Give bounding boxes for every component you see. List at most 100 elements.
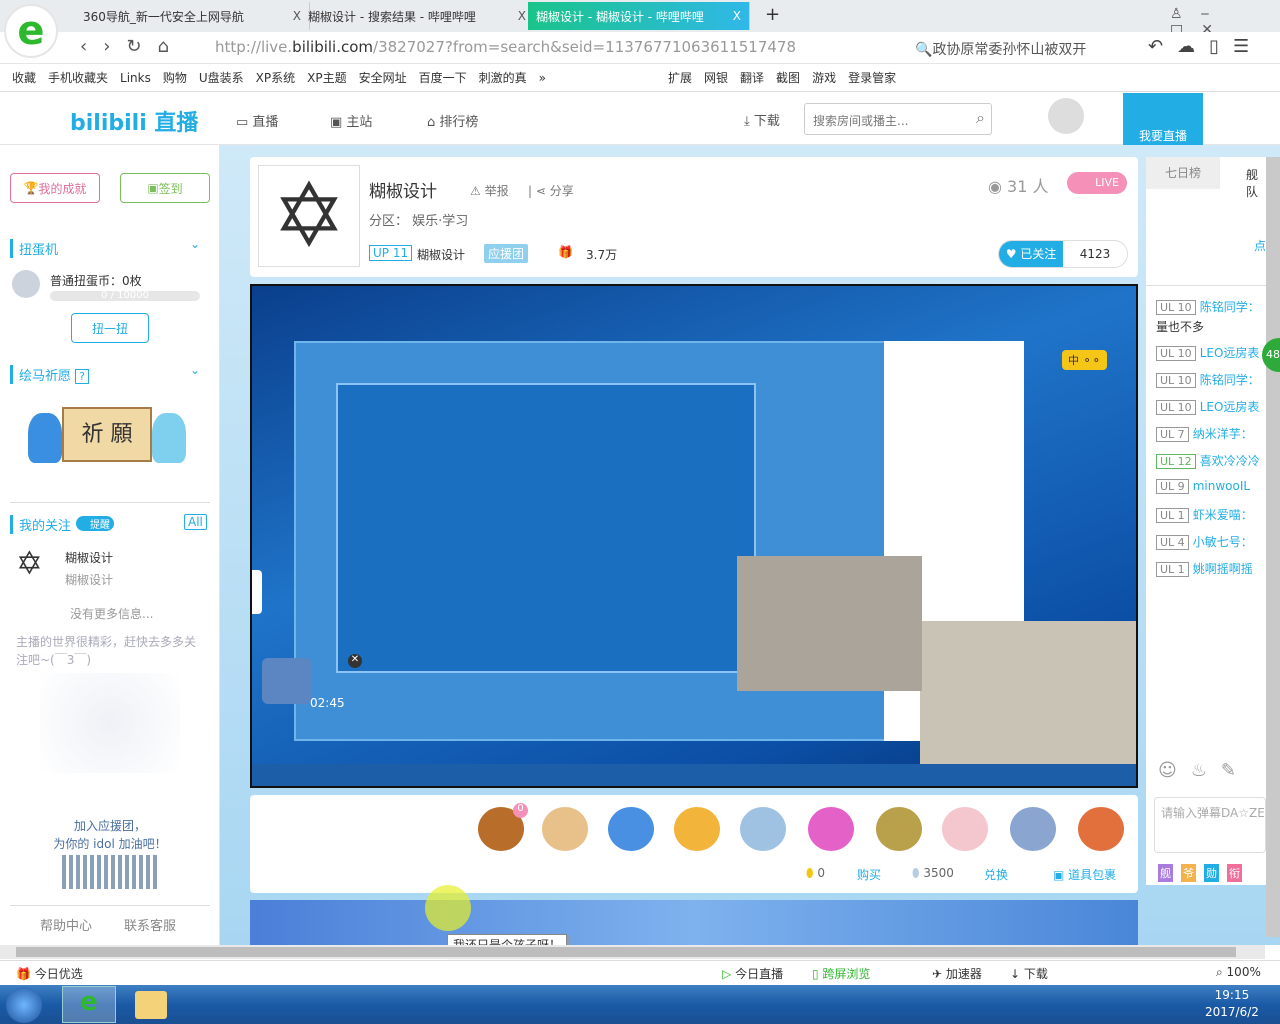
ext[interactable]: 翻译	[740, 69, 764, 86]
player-side-menu[interactable]: −−	[252, 570, 262, 614]
bookmark[interactable]: 手机收藏夹	[48, 69, 108, 86]
report-link[interactable]: ⚠ 举报	[470, 182, 509, 199]
clock[interactable]: 19:15 2017/6/2	[1205, 987, 1259, 1021]
up-name[interactable]: 糊椒设计	[417, 246, 465, 263]
achievement-button[interactable]: 🏆 我的成就	[10, 173, 100, 203]
bookmark[interactable]: Links	[120, 71, 151, 85]
badge[interactable]: 舰	[1158, 864, 1173, 882]
tab-360[interactable]: 360导航_新一代安全上网导航 X	[75, 2, 310, 30]
badge[interactable]: 勋	[1204, 864, 1219, 882]
follow-all-button[interactable]: All	[184, 514, 207, 530]
follow-avatar[interactable]: ✡	[16, 545, 43, 581]
bookmark[interactable]: 百度一下	[419, 69, 467, 86]
search-icon[interactable]: ⌕	[976, 108, 985, 128]
browser-menu[interactable]: ↶☁▯☰	[1148, 36, 1263, 57]
bookmark[interactable]: 安全网址	[359, 69, 407, 86]
url-input[interactable]: http://live.bilibili.com/3827027?from=se…	[215, 38, 796, 56]
nav-buttons[interactable]: ‹›↻⌂	[80, 36, 185, 57]
download-link[interactable]: ⤓ 下载	[744, 110, 780, 129]
gift-item[interactable]	[808, 807, 854, 851]
go-live-button[interactable]: 我要直播	[1123, 93, 1203, 149]
ext[interactable]: 截图	[776, 69, 800, 86]
nav-rank[interactable]: ⌂ 排行榜	[427, 111, 478, 130]
bookmark[interactable]: 购物	[163, 69, 187, 86]
bookmark[interactable]: U盘装系	[199, 69, 244, 86]
gift-item[interactable]	[942, 807, 988, 851]
bookmark-more[interactable]: »	[539, 71, 546, 85]
vertical-scrollbar[interactable]	[1266, 157, 1280, 937]
gift-item[interactable]	[1010, 807, 1056, 851]
gift-item[interactable]	[542, 807, 588, 851]
ext[interactable]: 扩展	[668, 69, 692, 86]
avatar[interactable]	[1048, 98, 1084, 134]
gift-item[interactable]	[674, 807, 720, 851]
gift-item[interactable]	[740, 807, 786, 851]
status-download[interactable]: ↓ 下载	[1010, 965, 1048, 982]
badge[interactable]: 衔	[1227, 864, 1242, 882]
webcam-feed-small	[737, 556, 922, 691]
chevron-down-icon[interactable]: ⌄	[190, 363, 200, 377]
room-category[interactable]: 分区： 娱乐·学习	[369, 210, 468, 229]
silver-seeds: ⬮ 3500	[912, 866, 954, 880]
start-button[interactable]	[6, 987, 42, 1023]
status-cross-screen[interactable]: ▯ 跨屏浏览	[812, 965, 870, 982]
mascot-image	[40, 673, 180, 773]
bilibili-logo[interactable]: bilibili 直播	[70, 105, 198, 137]
danmaku-input[interactable]: 请输入弹幕DA☆ZE	[1154, 797, 1266, 853]
right-panel: 七日榜 舰队 点 UL 10 陈铭同学： 量也不多 UL 10 LEO远房表 UL …	[1146, 157, 1266, 885]
ext[interactable]: 游戏	[812, 69, 836, 86]
streamer-avatar[interactable]: ✡	[258, 165, 360, 267]
package-link[interactable]: ▣ 道具包裹	[1053, 866, 1116, 883]
gacha-button[interactable]: 扭一扭	[71, 313, 149, 343]
follow-remind-toggle[interactable]: 提醒	[76, 516, 114, 531]
chat-tools[interactable]: ☺♨✎	[1158, 760, 1250, 781]
help-link[interactable]: 帮助中心	[40, 915, 92, 934]
tab-title: 糊椒设计 - 搜索结果 - 哔哩哔哩	[308, 9, 476, 24]
bookmark[interactable]: 刺激的真	[479, 69, 527, 86]
gift-item[interactable]	[1078, 807, 1124, 851]
new-tab-button[interactable]: +	[765, 4, 780, 25]
chevron-down-icon[interactable]: ⌄	[190, 237, 200, 251]
tab-search[interactable]: 糊椒设计 - 搜索结果 - 哔哩哔哩 X	[300, 2, 535, 30]
promo-banner[interactable]	[250, 900, 1138, 945]
tab-live[interactable]: 糊椒设计 - 糊椒设计 - 哔哩哔哩 X	[528, 2, 750, 30]
ext[interactable]: 登录管家	[848, 69, 896, 86]
zoom-level[interactable]: ⌕ 100%	[1216, 965, 1261, 980]
close-icon[interactable]: ✕	[348, 654, 362, 668]
contact-link[interactable]: 联系客服	[124, 915, 176, 934]
browser-logo[interactable]: e	[4, 4, 58, 58]
bookmark[interactable]: XP主题	[307, 69, 346, 86]
horizontal-scrollbar[interactable]	[0, 945, 1265, 959]
follow-button[interactable]: ♥ 已关注 4123	[998, 240, 1128, 268]
tab-weekly[interactable]: 七日榜	[1146, 157, 1220, 189]
share-link[interactable]: | ⋖ 分享	[528, 182, 574, 199]
buy-link[interactable]: 购买	[857, 866, 881, 883]
taskbar-browser[interactable]: e	[62, 986, 116, 1023]
search-input[interactable]: 搜索房间或播主... ⌕	[804, 103, 992, 135]
follow-name[interactable]: 糊椒设计	[65, 549, 113, 566]
close-icon[interactable]: X	[733, 9, 741, 23]
gift-item[interactable]	[876, 807, 922, 851]
wish-plaque-image[interactable]: 祈 願	[62, 407, 152, 462]
nav-live[interactable]: ▭ 直播	[236, 111, 278, 130]
tab-fleet[interactable]: 舰队	[1246, 166, 1266, 200]
nav-main[interactable]: ▣ 主站	[330, 111, 372, 130]
exchange-link[interactable]: 兑换	[984, 866, 1008, 883]
ext[interactable]: 网银	[704, 69, 728, 86]
gift-item[interactable]	[608, 807, 654, 851]
hot-search[interactable]: 🔍政协原常委孙怀山被双开	[915, 39, 1086, 59]
checkin-button[interactable]: ▣ 签到	[120, 173, 210, 203]
fan-club-badge[interactable]: 应援团	[484, 244, 529, 263]
status-accelerator[interactable]: ✈ 加速器	[932, 965, 982, 982]
bookmark[interactable]: XP系统	[256, 69, 295, 86]
rank-hint[interactable]: 点	[1254, 237, 1266, 254]
status-live[interactable]: ▷ 今日直播	[722, 965, 783, 982]
bookmark[interactable]: 收藏	[12, 69, 36, 86]
taskbar-explorer[interactable]	[135, 991, 167, 1019]
today-picks[interactable]: 🎁 今日优选	[16, 965, 83, 982]
treasure-chest-icon[interactable]	[262, 658, 312, 704]
video-player[interactable]: ✕ 02:45 −− 中 ⚬⚬	[250, 284, 1138, 788]
player-overlay-badge: 中 ⚬⚬	[1062, 350, 1107, 370]
badge[interactable]: 爷	[1181, 864, 1196, 882]
close-icon[interactable]: X	[518, 9, 526, 23]
